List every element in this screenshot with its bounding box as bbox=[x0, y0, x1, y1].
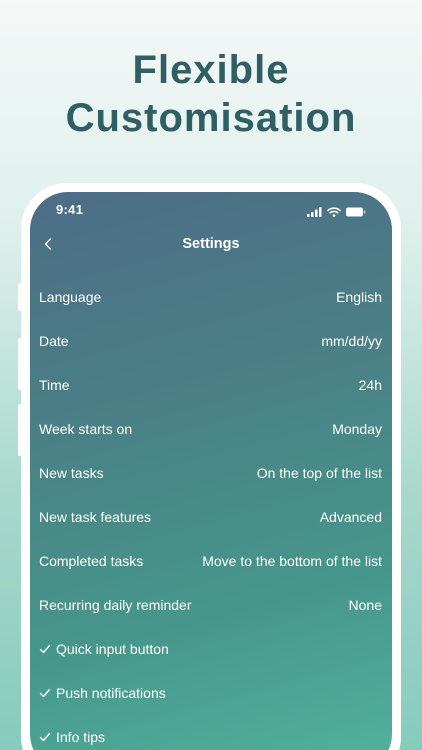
checkmark-icon bbox=[39, 687, 51, 699]
setting-new-tasks[interactable]: New tasks On the top of the list bbox=[30, 451, 392, 495]
toggle-info-tips[interactable]: Info tips bbox=[30, 715, 392, 750]
setting-label: Language bbox=[39, 289, 102, 305]
battery-icon bbox=[346, 204, 366, 222]
signal-icon bbox=[307, 204, 322, 222]
toggle-quick-input-button[interactable]: Quick input button bbox=[30, 627, 392, 671]
wifi-icon bbox=[327, 204, 341, 222]
setting-value: English bbox=[336, 289, 382, 305]
page-title: Settings bbox=[182, 236, 240, 252]
setting-label: Week starts on bbox=[39, 421, 133, 437]
phone-silent-switch bbox=[18, 283, 23, 311]
checkmark-icon bbox=[39, 731, 51, 743]
status-bar: 9:41 bbox=[30, 192, 392, 228]
setting-value: Move to the bottom of the list bbox=[202, 553, 382, 569]
toggle-label: Quick input button bbox=[56, 641, 169, 657]
checkmark-icon bbox=[39, 643, 51, 655]
settings-list: Language English Date mm/dd/yy Time 24h … bbox=[30, 275, 392, 750]
setting-completed-tasks[interactable]: Completed tasks Move to the bottom of th… bbox=[30, 539, 392, 583]
setting-label: New task features bbox=[39, 509, 152, 525]
setting-value: mm/dd/yy bbox=[321, 333, 382, 349]
setting-time[interactable]: Time 24h bbox=[30, 363, 392, 407]
setting-label: Completed tasks bbox=[39, 553, 144, 569]
setting-date[interactable]: Date mm/dd/yy bbox=[30, 319, 392, 363]
setting-value: Monday bbox=[332, 421, 382, 437]
headline-line-1: Flexible bbox=[132, 48, 290, 92]
setting-value: Advanced bbox=[319, 509, 382, 525]
page-headline: Flexible Customisation bbox=[0, 46, 422, 142]
phone-volume-up-button bbox=[18, 338, 23, 390]
toggle-label: Info tips bbox=[56, 729, 106, 745]
toggle-push-notifications[interactable]: Push notifications bbox=[30, 671, 392, 715]
setting-label: Recurring daily reminder bbox=[39, 597, 192, 613]
setting-label: Time bbox=[39, 377, 70, 393]
phone-screen: 9:41 Settings Language English Date mm/d… bbox=[30, 192, 392, 750]
status-icons bbox=[307, 204, 366, 222]
headline-line-2: Customisation bbox=[65, 96, 357, 140]
setting-recurring-daily-reminder[interactable]: Recurring daily reminder None bbox=[30, 583, 392, 627]
nav-bar: Settings bbox=[30, 228, 392, 260]
setting-label: New tasks bbox=[39, 465, 104, 481]
setting-new-task-features[interactable]: New task features Advanced bbox=[30, 495, 392, 539]
setting-value: None bbox=[348, 597, 382, 613]
phone-volume-down-button bbox=[18, 404, 23, 456]
setting-label: Date bbox=[39, 333, 69, 349]
setting-value: 24h bbox=[358, 377, 382, 393]
setting-value: On the top of the list bbox=[256, 465, 382, 481]
toggle-label: Push notifications bbox=[56, 685, 166, 701]
status-time: 9:41 bbox=[56, 202, 84, 217]
setting-week-start[interactable]: Week starts on Monday bbox=[30, 407, 392, 451]
setting-language[interactable]: Language English bbox=[30, 275, 392, 319]
